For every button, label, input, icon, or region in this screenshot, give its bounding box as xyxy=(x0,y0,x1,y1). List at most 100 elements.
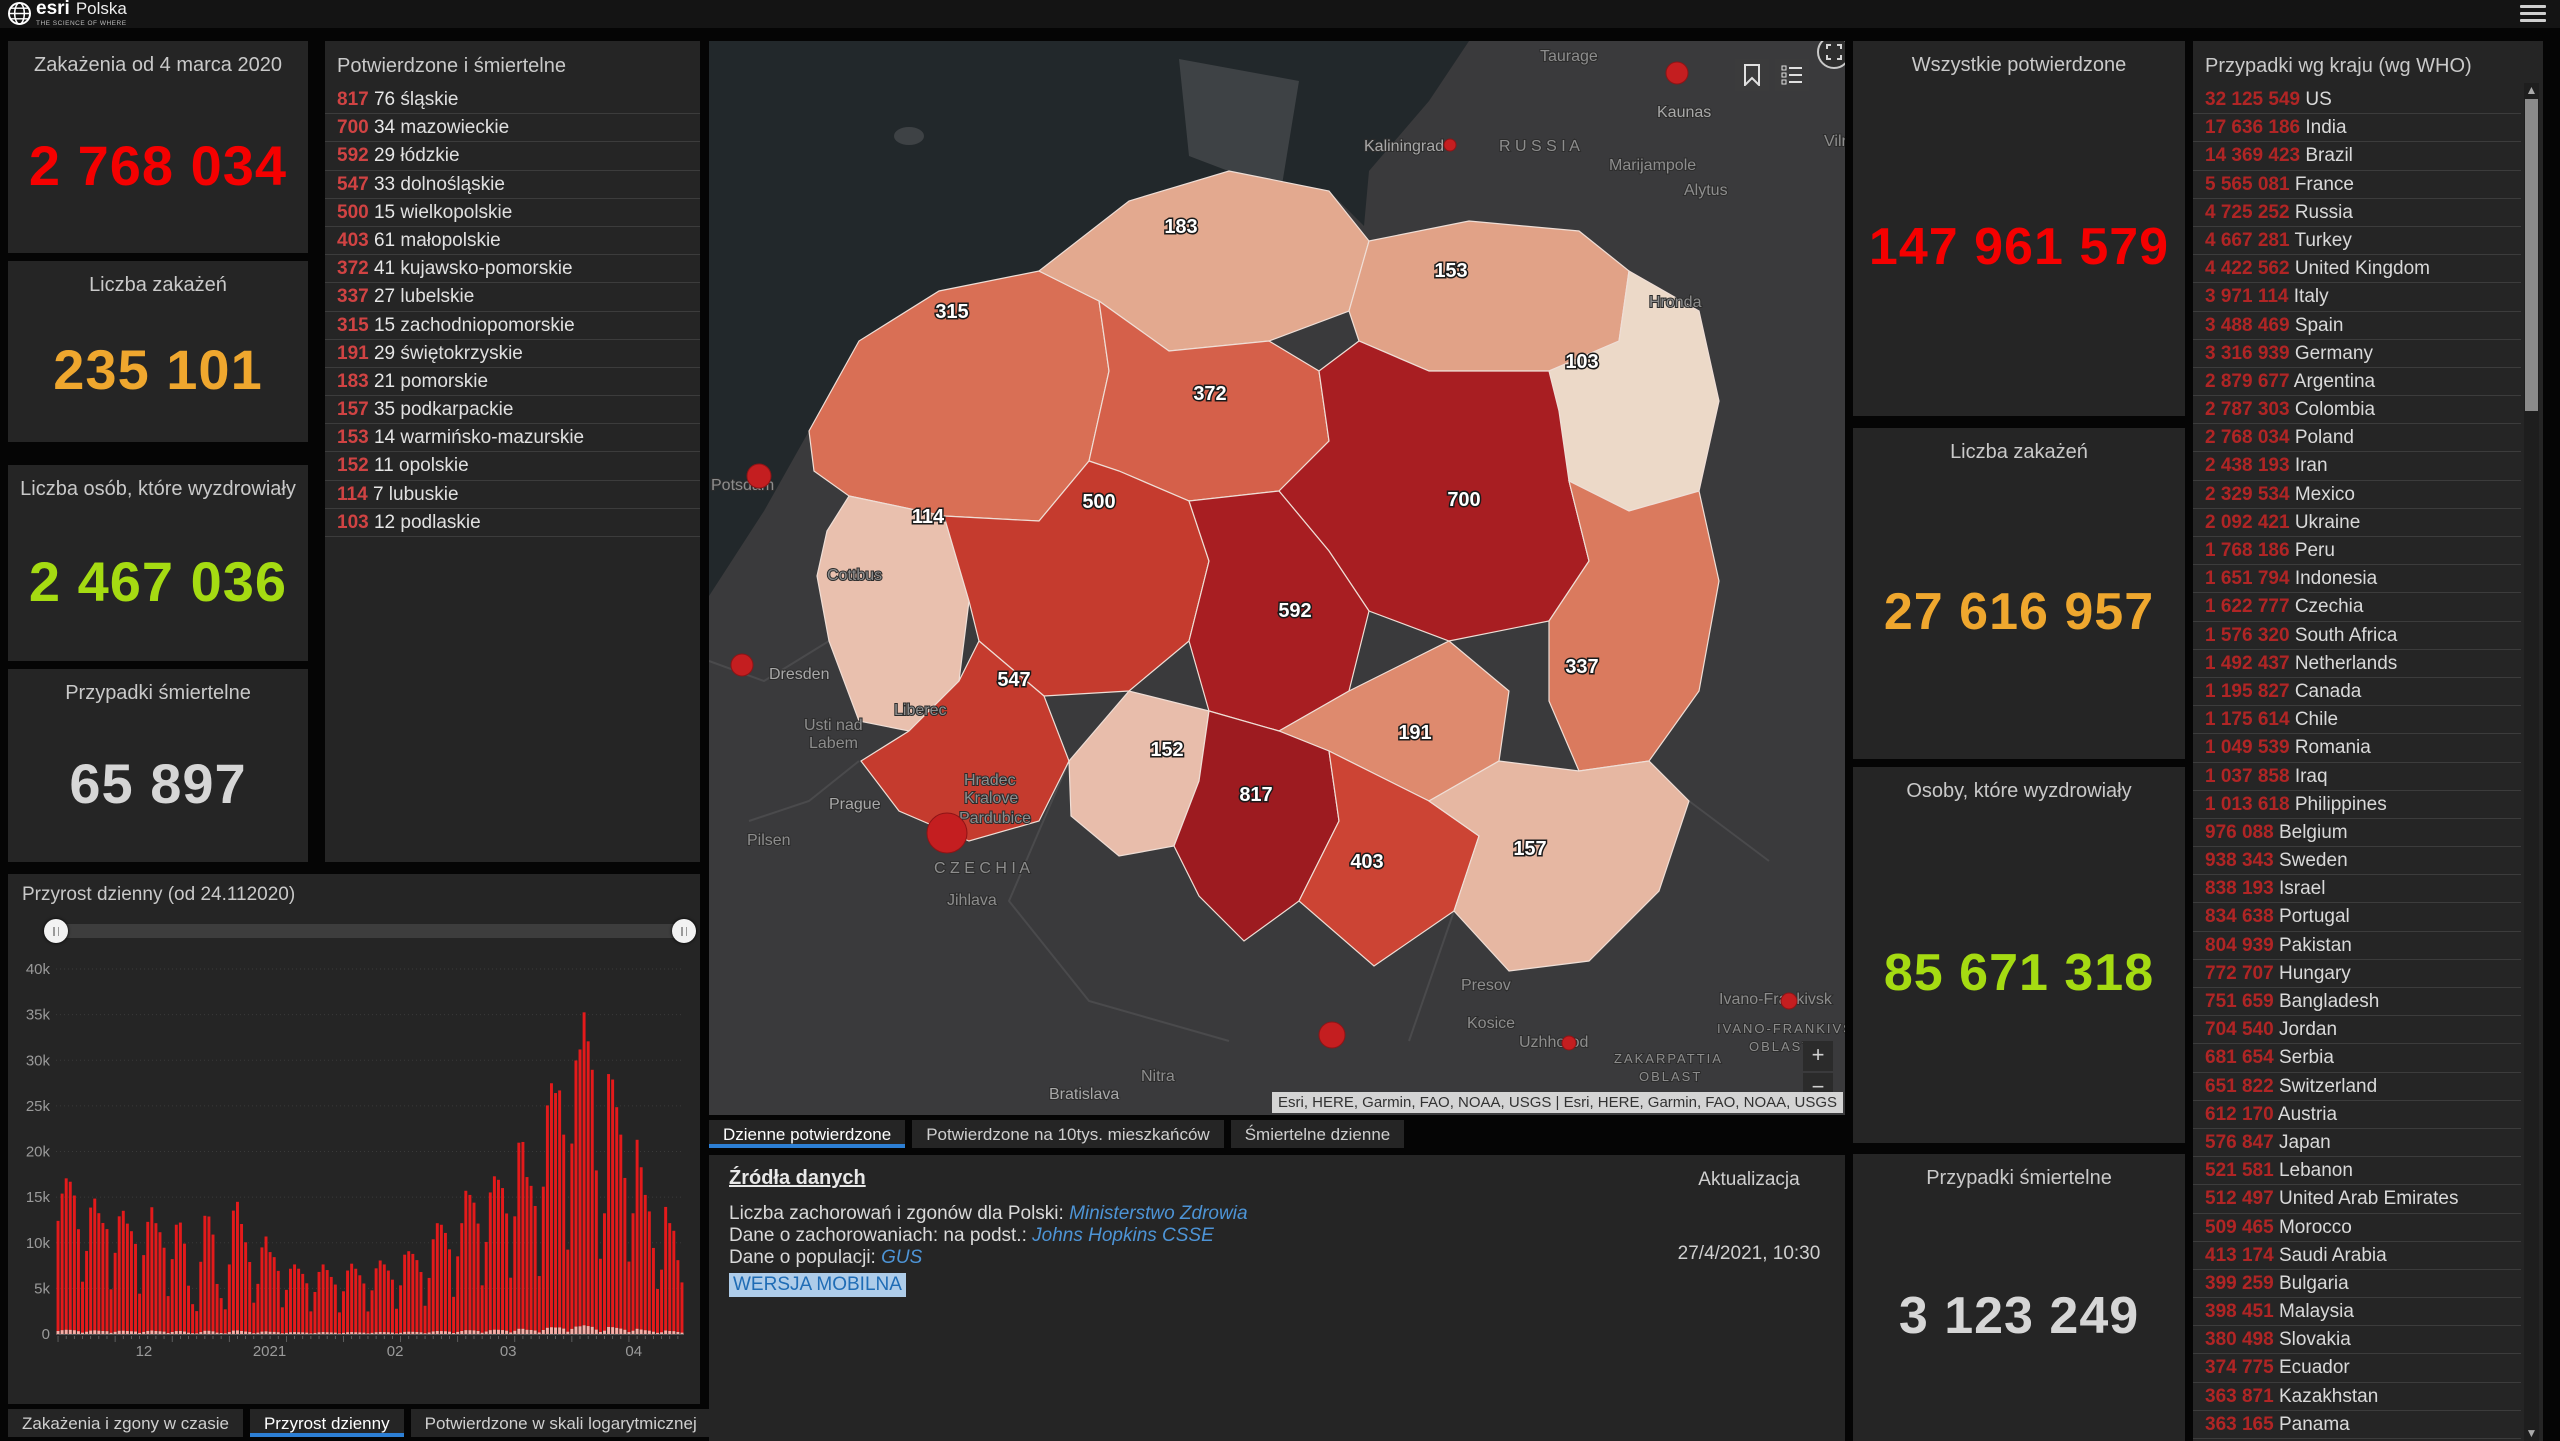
country-row-canada[interactable]: 1 195 827 Canada xyxy=(2193,678,2521,707)
case-bubble-dresden[interactable] xyxy=(730,653,754,677)
country-row-spain[interactable]: 3 488 469 Spain xyxy=(2193,312,2521,340)
country-row-bulgaria[interactable]: 399 259 Bulgaria xyxy=(2193,1270,2521,1299)
region-row-warmińsko-mazurskie[interactable]: 153 14 warmińsko-mazurskie xyxy=(325,424,700,453)
country-row-serbia[interactable]: 681 654 Serbia xyxy=(2193,1044,2521,1073)
country-row-kazakhstan[interactable]: 363 871 Kazakhstan xyxy=(2193,1383,2521,1411)
mobile-version-link[interactable]: WERSJA MOBILNA xyxy=(729,1273,906,1297)
region-row-podkarpackie[interactable]: 157 35 podkarpackie xyxy=(325,396,700,425)
country-row-us[interactable]: 32 125 549 US xyxy=(2193,86,2521,115)
case-bubble-banska-bystrica[interactable] xyxy=(1318,1021,1346,1049)
country-row-south-africa[interactable]: 1 576 320 South Africa xyxy=(2193,622,2521,650)
country-row-lebanon[interactable]: 521 581 Lebanon xyxy=(2193,1157,2521,1186)
country-row-czechia[interactable]: 1 622 777 Czechia xyxy=(2193,593,2521,622)
bookmark-icon[interactable] xyxy=(1735,59,1769,91)
country-row-panama[interactable]: 363 165 Panama xyxy=(2193,1411,2521,1439)
scroll-down-icon[interactable]: ▼ xyxy=(2524,1426,2539,1441)
link-gus[interactable]: GUS xyxy=(881,1247,922,1268)
country-row-iraq[interactable]: 1 037 858 Iraq xyxy=(2193,763,2521,791)
country-row-portugal[interactable]: 834 638 Portugal xyxy=(2193,903,2521,932)
country-row-turkey[interactable]: 4 667 281 Turkey xyxy=(2193,227,2521,256)
region-row-śląskie[interactable]: 817 76 śląskie xyxy=(325,86,700,115)
legend-icon[interactable] xyxy=(1775,59,1809,91)
country-row-poland[interactable]: 2 768 034 Poland xyxy=(2193,424,2521,453)
tab-przyrost-dzienny[interactable]: Przyrost dzienny xyxy=(249,1409,404,1437)
time-range-slider[interactable] xyxy=(44,919,696,943)
country-row-netherlands[interactable]: 1 492 437 Netherlands xyxy=(2193,650,2521,678)
slider-handle-right[interactable] xyxy=(672,919,696,943)
country-row-colombia[interactable]: 2 787 303 Colombia xyxy=(2193,396,2521,425)
case-bubble-uzhhorod[interactable] xyxy=(1561,1035,1577,1051)
country-row-belgium[interactable]: 976 088 Belgium xyxy=(2193,819,2521,848)
country-row-ukraine[interactable]: 2 092 421 Ukraine xyxy=(2193,509,2521,537)
region-warmińsko-mazurskie[interactable] xyxy=(1348,220,1630,372)
tab-zakażenia-i-zgony-w-czasie[interactable]: Zakażenia i zgony w czasie xyxy=(8,1409,243,1437)
country-row-peru[interactable]: 1 768 186 Peru xyxy=(2193,537,2521,566)
country-row-chile[interactable]: 1 175 614 Chile xyxy=(2193,706,2521,735)
link-johns-hopkins[interactable]: Johns Hopkins CSSE xyxy=(1032,1225,1214,1246)
tab-potwierdzone-w-skali-logarytmicznej[interactable]: Potwierdzone w skali logarytmicznej xyxy=(410,1409,711,1437)
country-row-indonesia[interactable]: 1 651 794 Indonesia xyxy=(2193,565,2521,594)
country-row-switzerland[interactable]: 651 822 Switzerland xyxy=(2193,1073,2521,1101)
country-row-saudi-arabia[interactable]: 413 174 Saudi Arabia xyxy=(2193,1242,2521,1270)
region-row-małopolskie[interactable]: 403 61 małopolskie xyxy=(325,227,700,256)
country-row-india[interactable]: 17 636 186 India xyxy=(2193,114,2521,143)
country-row-romania[interactable]: 1 049 539 Romania xyxy=(2193,734,2521,763)
country-row-brazil[interactable]: 14 369 423 Brazil xyxy=(2193,142,2521,171)
country-row-austria[interactable]: 612 170 Austria xyxy=(2193,1101,2521,1129)
stat-value: 3 123 249 xyxy=(1898,1286,2140,1345)
country-row-russia[interactable]: 4 725 252 Russia xyxy=(2193,199,2521,227)
slider-handle-left[interactable] xyxy=(44,919,68,943)
region-row-dolnośląskie[interactable]: 547 33 dolnośląskie xyxy=(325,171,700,199)
panel-deaths: Przypadki śmiertelne 65 897 xyxy=(8,669,308,862)
case-bubble-pardubice-czechia[interactable] xyxy=(926,812,968,854)
region-row-świętokrzyskie[interactable]: 191 29 świętokrzyskie xyxy=(325,340,700,368)
country-row-ecuador[interactable]: 374 775 Ecuador xyxy=(2193,1354,2521,1383)
country-row-japan[interactable]: 576 847 Japan xyxy=(2193,1129,2521,1158)
country-row-hungary[interactable]: 772 707 Hungary xyxy=(2193,960,2521,988)
map-tab-śmiertelne-dzienne[interactable]: Śmiertelne dzienne xyxy=(1230,1120,1405,1148)
scroll-up-icon[interactable]: ▲ xyxy=(2524,83,2539,98)
panel-active-cases: Liczba zakażeń 235 101 xyxy=(8,261,308,442)
region-row-mazowieckie[interactable]: 700 34 mazowieckie xyxy=(325,114,700,143)
region-row-kujawsko-pomorskie[interactable]: 372 41 kujawsko-pomorskie xyxy=(325,255,700,284)
map-panel[interactable]: 315 183 153 103 372 700 114 500 592 337 547 152 191 8… xyxy=(709,41,1845,1115)
country-row-malaysia[interactable]: 398 451 Malaysia xyxy=(2193,1298,2521,1327)
country-row-morocco[interactable]: 509 465 Morocco xyxy=(2193,1214,2521,1242)
country-row-italy[interactable]: 3 971 114 Italy xyxy=(2193,283,2521,312)
region-row-zachodniopomorskie[interactable]: 315 15 zachodniopomorskie xyxy=(325,312,700,340)
country-row-united-arab-emirates[interactable]: 512 497 United Arab Emirates xyxy=(2193,1185,2521,1214)
poland-choropleth-map[interactable]: 315 183 153 103 372 700 114 500 592 337 547 152 191 8… xyxy=(709,41,1845,1115)
region-row-podlaskie[interactable]: 103 12 podlaskie xyxy=(325,509,700,537)
country-row-iran[interactable]: 2 438 193 Iran xyxy=(2193,452,2521,481)
country-row-united-kingdom[interactable]: 4 422 562 United Kingdom xyxy=(2193,255,2521,284)
country-row-jordan[interactable]: 704 540 Jordan xyxy=(2193,1016,2521,1045)
map-tab-dzienne-potwierdzone[interactable]: Dzienne potwierdzone xyxy=(709,1120,906,1148)
country-row-pakistan[interactable]: 804 939 Pakistan xyxy=(2193,932,2521,960)
menu-icon[interactable] xyxy=(2520,5,2546,23)
country-list-scrollbar[interactable]: ▲ ▼ xyxy=(2524,83,2539,1441)
region-row-lubelskie[interactable]: 337 27 lubelskie xyxy=(325,283,700,312)
link-ministerstwo-zdrowia[interactable]: Ministerstwo Zdrowia xyxy=(1069,1203,1247,1224)
country-row-germany[interactable]: 3 316 939 Germany xyxy=(2193,340,2521,368)
country-row-philippines[interactable]: 1 013 618 Philippines xyxy=(2193,791,2521,819)
region-row-lubuskie[interactable]: 114 7 lubuskie xyxy=(325,481,700,509)
region-row-opolskie[interactable]: 152 11 opolskie xyxy=(325,452,700,481)
region-row-pomorskie[interactable]: 183 21 pomorskie xyxy=(325,368,700,397)
country-row-bangladesh[interactable]: 751 659 Bangladesh xyxy=(2193,988,2521,1017)
country-row-mexico[interactable]: 2 329 534 Mexico xyxy=(2193,481,2521,509)
case-bubble-kaliningrad[interactable] xyxy=(1443,138,1457,152)
scrollbar-thumb[interactable] xyxy=(2525,99,2538,411)
zoom-in-button[interactable]: + xyxy=(1803,1041,1833,1071)
country-row-israel[interactable]: 838 193 Israel xyxy=(2193,875,2521,904)
region-row-wielkopolskie[interactable]: 500 15 wielkopolskie xyxy=(325,199,700,227)
country-row-argentina[interactable]: 2 879 677 Argentina xyxy=(2193,368,2521,397)
case-bubble-potsdam-berlin[interactable] xyxy=(746,463,772,489)
case-bubble-ivano-frankivsk[interactable] xyxy=(1780,992,1798,1010)
country-row-sweden[interactable]: 938 343 Sweden xyxy=(2193,847,2521,876)
region-row-łódzkie[interactable]: 592 29 łódzkie xyxy=(325,142,700,171)
country-row-slovakia[interactable]: 380 498 Slovakia xyxy=(2193,1326,2521,1355)
map-city-label: Presov xyxy=(1461,977,1511,994)
map-tab-potwierdzone-na-10tys-mieszkańców[interactable]: Potwierdzone na 10tys. mieszkańców xyxy=(912,1120,1224,1148)
country-row-france[interactable]: 5 565 081 France xyxy=(2193,171,2521,199)
case-bubble-kaunas[interactable] xyxy=(1665,61,1689,85)
